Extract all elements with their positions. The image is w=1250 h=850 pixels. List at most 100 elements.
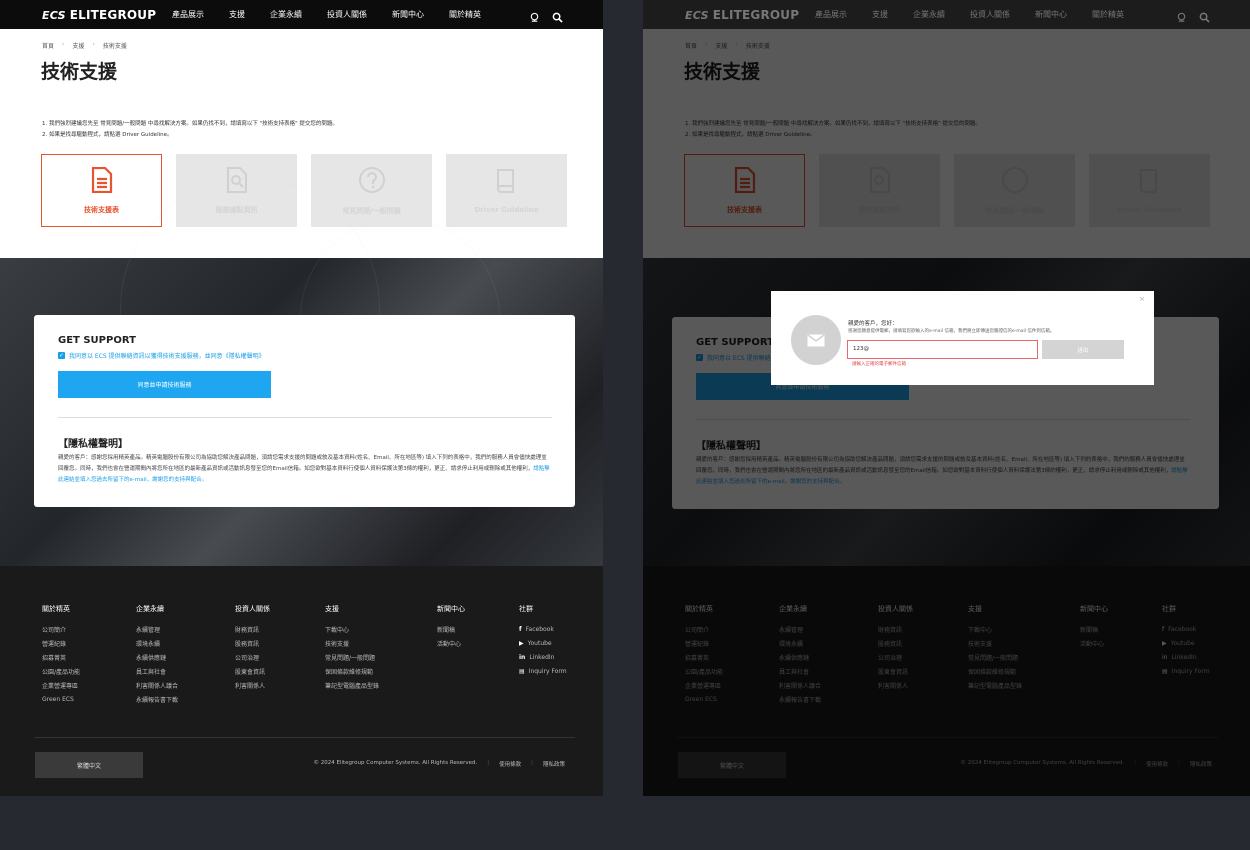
nav-menu: 產品展示 支援 企業永續 投資人關係 新聞中心 關於精英 — [172, 0, 506, 29]
consent-checkbox[interactable]: ✓ — [58, 352, 65, 359]
nav-item-support[interactable]: 支援 — [872, 9, 888, 20]
footer-link[interactable]: 筆記型電腦產品型錄 — [325, 680, 437, 690]
linkedin-icon: in — [519, 653, 526, 661]
footer-link[interactable]: 永續報告書下載 — [136, 694, 235, 704]
email-modal: × 親愛的客戶，您好： 感謝您願意提供電郵，請填寫您欲輸入的e-mail 信箱，… — [771, 291, 1154, 385]
nav-item-about[interactable]: 關於精英 — [449, 9, 481, 20]
footer-link-youtube[interactable]: ▶ Youtube — [519, 638, 589, 648]
facebook-icon: f — [519, 625, 522, 633]
close-icon[interactable]: × — [1139, 295, 1145, 303]
consent-checkbox-row[interactable]: ✓ 我同意以 ECS 提供聯絡資訊以獲得技術支援服務，並同意《隱私權聲明》 — [58, 351, 265, 360]
footer-col-title: 企業永續 — [136, 605, 164, 613]
footer-link[interactable]: 常見問題/一般問題 — [325, 652, 437, 662]
footer-link[interactable]: 永續管理 — [136, 624, 235, 634]
footer-link[interactable]: 員工與社會 — [136, 666, 235, 676]
footer-link[interactable]: 環境永續 — [136, 638, 235, 648]
breadcrumb: 首頁 › 支援 › 技術支援 — [42, 41, 127, 50]
footer-link[interactable]: 利害關係人議合 — [136, 680, 235, 690]
page-title: 技術支援 — [41, 61, 118, 83]
card-label: 技術支援表 — [84, 205, 119, 214]
page-panel-right: ECS ELITEGROUP 產品展示 支援 企業永續 投資人關係 新聞中心 關… — [643, 0, 1250, 796]
footer-link[interactable]: Green ECS — [42, 694, 136, 704]
card-driver-guideline[interactable]: Driver Guideline — [446, 154, 567, 227]
footer-link[interactable]: 公園/產品功能 — [42, 666, 136, 676]
nav-item-products[interactable]: 產品展示 — [172, 9, 204, 20]
card-support-form[interactable]: 技術支援表 — [41, 154, 162, 227]
privacy-policy-link[interactable]: 隱私政策 — [543, 760, 565, 768]
modal-greeting: 親愛的客戶，您好： — [848, 321, 898, 327]
nav-item-about[interactable]: 關於精英 — [1092, 9, 1124, 20]
footer-link[interactable]: 利害關係人 — [235, 680, 325, 690]
footer-columns: 關於精英 公司簡介 營運紀錄 招募菁英 公園/產品功能 企業營運專區 Green… — [42, 604, 589, 704]
footer-link[interactable]: 公司簡介 — [42, 624, 136, 634]
footer-link[interactable]: 技術支援 — [325, 638, 437, 648]
email-error-text: 請輸入正確的電子郵件信箱 — [852, 362, 906, 367]
footer-divider — [34, 737, 575, 738]
email-input[interactable]: 123@ — [847, 340, 1038, 359]
send-button[interactable]: 送出 — [1042, 340, 1124, 359]
footer-link[interactable]: 公司治理 — [235, 652, 325, 662]
footer-link[interactable]: 股務資訊 — [235, 638, 325, 648]
globe-icon[interactable] — [529, 8, 540, 27]
language-select[interactable]: 繁體中文 — [35, 752, 143, 778]
copyright-row: © 2024 Elitegroup Computer Systems. All … — [313, 760, 565, 768]
nav-item-products[interactable]: 產品展示 — [815, 9, 847, 20]
note-2: 2. 如果是找尋驅動程式，請點選 Driver Guideline。 — [42, 132, 173, 138]
footer-link[interactable]: 招募菁英 — [42, 652, 136, 662]
card-label: Driver Guideline — [474, 205, 539, 214]
search-icon[interactable] — [552, 8, 563, 27]
modal-overlay[interactable] — [643, 29, 1250, 796]
top-nav: ECS ELITEGROUP 產品展示 支援 企業永續 投資人關係 新聞中心 關… — [643, 0, 1250, 29]
nav-menu: 產品展示 支援 企業永續 投資人關係 新聞中心 關於精英 — [815, 0, 1149, 29]
search-icon[interactable] — [1199, 8, 1210, 27]
terms-link[interactable]: 使用條款 — [499, 760, 521, 768]
footer-link[interactable]: 股東會資訊 — [235, 666, 325, 676]
consent-text[interactable]: 我同意以 ECS 提供聯絡資訊以獲得技術支援服務，並同意《隱私權聲明》 — [69, 351, 265, 360]
footer-col-title: 新聞中心 — [437, 605, 465, 613]
breadcrumb-home[interactable]: 首頁 — [42, 41, 54, 50]
footer-link[interactable]: 新聞稿 — [437, 624, 519, 634]
book-icon — [495, 168, 519, 198]
globe-icon[interactable] — [1176, 8, 1187, 27]
top-nav: ECS ELITEGROUP 產品展示 支援 企業永續 投資人關係 新聞中心 關… — [0, 0, 603, 29]
divider — [58, 417, 552, 418]
footer-col-news: 新聞中心 新聞稿 活動中心 — [437, 604, 519, 704]
footer-col-support: 支援 下載中心 技術支援 常見問題/一般問題 保固條款維修規範 筆記型電腦產品型… — [325, 604, 437, 704]
nav-item-news[interactable]: 新聞中心 — [1035, 9, 1067, 20]
footer-link[interactable]: 企業營運專區 — [42, 680, 136, 690]
modal-instruction: 感謝您願意提供電郵，請填寫您欲輸入的e-mail 信箱，我們將立即傳送您驗證信的… — [848, 329, 1055, 334]
footer-link[interactable]: 永續供應鏈 — [136, 652, 235, 662]
nav-item-investors[interactable]: 投資人關係 — [970, 9, 1010, 20]
footer-link-inquiry[interactable]: ▤ Inquiry Form — [519, 666, 589, 676]
logo-mark: ECS — [42, 8, 66, 22]
logo[interactable]: ECS ELITEGROUP — [42, 8, 156, 22]
note-1: 1. 我們強烈建議您先至 常見問題/一般問題 中尋找解決方案。如果仍找不到，請填… — [42, 121, 338, 127]
breadcrumb-current: 技術支援 — [102, 43, 127, 50]
footer-col-sustainability: 企業永續 永續管理 環境永續 永續供應鏈 員工與社會 利害關係人議合 永續報告書… — [136, 604, 235, 704]
copyright-text: © 2024 Elitegroup Computer Systems. All … — [313, 760, 478, 766]
breadcrumb-support[interactable]: 支援 — [72, 41, 84, 50]
nav-item-sustainability[interactable]: 企業永續 — [913, 9, 945, 20]
footer-col-title: 投資人關係 — [235, 605, 270, 613]
logo[interactable]: ECS ELITEGROUP — [685, 8, 799, 22]
card-label: 常見問題/一般問題 — [342, 206, 401, 215]
footer-link-facebook[interactable]: f Facebook — [519, 624, 589, 634]
envelope-icon — [791, 315, 841, 365]
footer-col-title: 關於精英 — [42, 605, 70, 613]
apply-support-button[interactable]: 同意並申請技術服務 — [58, 371, 271, 398]
privacy-title: 【隱私權聲明】 — [58, 439, 128, 450]
nav-item-sustainability[interactable]: 企業永續 — [270, 9, 302, 20]
footer: 關於精英 公司簡介 營運紀錄 招募菁英 公園/產品功能 企業營運專區 Green… — [0, 566, 603, 796]
get-support-title: GET SUPPORT — [58, 335, 136, 346]
footer-link[interactable]: 保固條款維修規範 — [325, 666, 437, 676]
nav-item-news[interactable]: 新聞中心 — [392, 9, 424, 20]
footer-link[interactable]: 營運紀錄 — [42, 638, 136, 648]
support-notes: 1. 我們強烈建議您先至 常見問題/一般問題 中尋找解決方案。如果仍找不到，請填… — [42, 119, 582, 141]
nav-item-support[interactable]: 支援 — [229, 9, 245, 20]
footer-link[interactable]: 下載中心 — [325, 624, 437, 634]
footer-link[interactable]: 活動中心 — [437, 638, 519, 648]
nav-item-investors[interactable]: 投資人關係 — [327, 9, 367, 20]
footer-link-linkedin[interactable]: in LinkedIn — [519, 652, 589, 662]
footer-link[interactable]: 財務資訊 — [235, 624, 325, 634]
footer-col-social: 社群 f Facebook ▶ Youtube in LinkedIn ▤ Inquir… — [519, 604, 589, 704]
